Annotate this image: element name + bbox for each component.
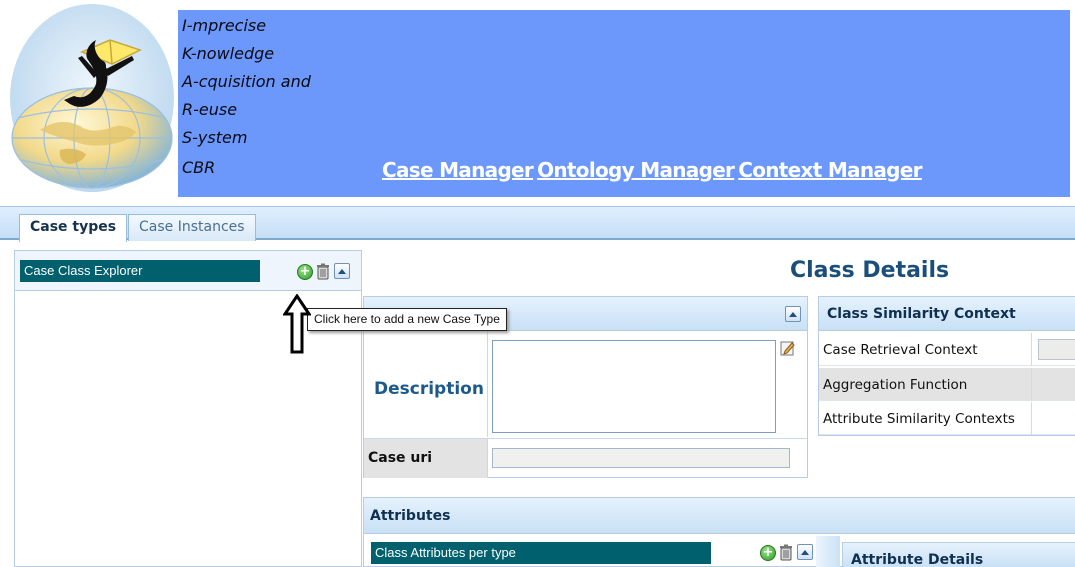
collapse-up-icon[interactable]	[797, 544, 813, 560]
similarity-header: Class Similarity Context	[819, 297, 1075, 331]
attributes-panel: Attributes Class Attributes per type + A…	[363, 497, 1075, 567]
tab-bar: Case types Case Instances	[0, 206, 1075, 242]
case-retrieval-context-field[interactable]	[1031, 333, 1075, 366]
acronym-line: S-ystem	[182, 128, 248, 147]
collapse-up-icon[interactable]	[785, 306, 801, 322]
app-header: I-mprecise K-nowledge A-cquisition and R…	[178, 10, 1070, 197]
main-nav: Case Manager Ontology Manager Context Mana…	[382, 158, 923, 182]
panel-splitter[interactable]	[816, 536, 840, 567]
add-attribute-icon[interactable]: +	[760, 545, 776, 561]
similarity-row: Attribute Similarity Contexts	[819, 402, 1075, 435]
similarity-row-label: Attribute Similarity Contexts	[823, 411, 1015, 427]
nav-case-manager[interactable]: Case Manager	[382, 158, 534, 182]
explorer-title: Case Class Explorer	[20, 260, 260, 282]
attribute-details-header: Attribute Details	[842, 542, 1075, 567]
tab-case-instances[interactable]: Case Instances	[128, 214, 256, 241]
similarity-row: Case Retrieval Context	[819, 333, 1075, 366]
add-case-type-tooltip: Click here to add a new Case Type	[307, 308, 507, 331]
collapse-up-icon[interactable]	[334, 263, 350, 279]
class-attributes-title: Class Attributes per type	[371, 542, 711, 564]
acronym-line: A-cquisition and	[182, 72, 311, 91]
acronym-line: R-euse	[182, 100, 238, 119]
trash-icon[interactable]	[778, 544, 794, 560]
acronym-line: I-mprecise	[182, 16, 267, 35]
attributes-header: Attributes	[364, 498, 1075, 534]
pointer-arrow-icon	[283, 294, 311, 354]
acronym-line: K-nowledge	[182, 44, 275, 63]
explorer-header: Case Class Explorer +	[15, 251, 361, 291]
trash-icon[interactable]	[315, 263, 331, 279]
class-similarity-panel: Class Similarity Context Case Retrieval …	[818, 296, 1075, 436]
class-details-title: Class Details	[790, 258, 950, 283]
attribute-similarity-contexts-field[interactable]	[1031, 402, 1075, 435]
nav-ontology-manager[interactable]: Ontology Manager	[537, 158, 735, 182]
attributes-title: Attributes	[370, 508, 451, 524]
case-uri-field[interactable]	[492, 448, 790, 468]
nav-context-manager[interactable]: Context Manager	[738, 158, 922, 182]
attribute-details-title: Attribute Details	[851, 552, 984, 567]
similarity-row-label: Case Retrieval Context	[823, 342, 978, 358]
case-uri-row: Case uri	[364, 438, 807, 478]
description-label: Description	[374, 379, 484, 399]
ikars-logo	[0, 0, 178, 196]
globe-reader-logo-icon	[10, 4, 174, 192]
tab-case-types[interactable]: Case types	[19, 214, 128, 242]
description-textarea[interactable]	[492, 340, 776, 433]
similarity-title: Class Similarity Context	[827, 306, 1016, 322]
case-uri-label: Case uri	[364, 439, 488, 478]
similarity-row-label: Aggregation Function	[823, 377, 968, 393]
acronym-line: CBR	[182, 158, 216, 177]
aggregation-function-field[interactable]	[1031, 368, 1075, 401]
similarity-row: Aggregation Function	[819, 368, 1075, 401]
edit-icon[interactable]	[780, 340, 796, 356]
add-case-type-icon[interactable]: +	[297, 264, 313, 280]
